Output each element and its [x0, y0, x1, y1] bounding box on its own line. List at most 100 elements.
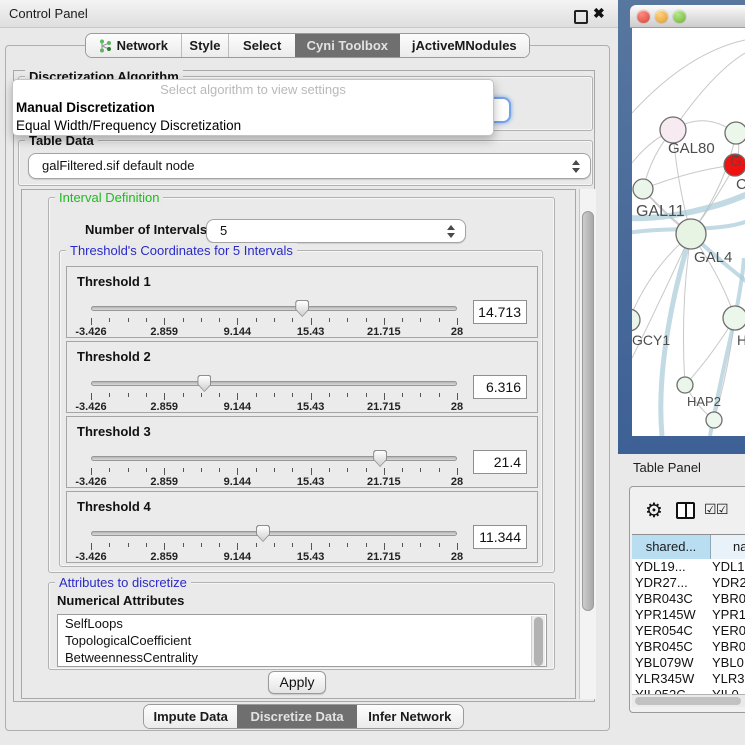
scrollbar-thumb[interactable]	[534, 617, 543, 666]
tick-mark	[457, 468, 458, 475]
table-row[interactable]: YLR345WYLR3	[632, 671, 745, 687]
table-row[interactable]: YPR145WYPR1	[632, 607, 745, 623]
slider-track[interactable]	[91, 306, 457, 311]
cell-shared-name: YBR045C	[632, 639, 710, 655]
slider-handle[interactable]	[295, 300, 309, 317]
table-row[interactable]: YDR27...YDR2	[632, 575, 745, 591]
network-window-titlebar[interactable]	[630, 5, 745, 28]
threshold-value-field[interactable]: 21.4	[473, 450, 527, 474]
slider-track[interactable]	[91, 531, 457, 536]
attributes-list-scrollbar[interactable]	[531, 616, 545, 667]
columns-icon[interactable]	[676, 502, 695, 519]
tick-mark	[402, 468, 403, 472]
zoom-traffic-light-icon[interactable]	[673, 10, 686, 23]
network-node-g-[interactable]	[725, 122, 745, 144]
select-checkbox-icon[interactable]: ☑	[704, 501, 717, 518]
close-traffic-light-icon[interactable]	[637, 10, 650, 23]
table-data-group: Table Data galFiltered.sif default node	[18, 140, 593, 186]
slider-handle[interactable]	[256, 525, 270, 542]
tab-cyni-toolbox[interactable]: Cyni Toolbox	[295, 34, 400, 57]
tick-mark	[256, 318, 257, 322]
cell-shared-name: YIL052C	[632, 687, 710, 694]
close-icon[interactable]: ✖	[593, 5, 605, 22]
cyni-mode-tabs: Impute DataDiscretize DataInfer Network	[143, 704, 464, 729]
tab-discretize-data[interactable]: Discretize Data	[237, 705, 356, 728]
tick-mark	[274, 318, 275, 322]
slider-handle[interactable]	[197, 375, 211, 392]
table-row[interactable]: YIL052CYIL0	[632, 687, 745, 694]
threshold-value-field[interactable]: 11.344	[473, 525, 527, 549]
tick-label: 2.859	[134, 401, 194, 413]
interval-definition-group: Interval Definition Number of Intervals …	[48, 197, 555, 573]
float-window-icon[interactable]	[574, 10, 588, 24]
column-header-name[interactable]: na	[711, 535, 745, 560]
apply-button[interactable]: Apply	[268, 671, 326, 694]
tab-network[interactable]: Network	[86, 34, 181, 57]
table-row[interactable]: YBL079WYBL0	[632, 655, 745, 671]
tab-infer-network[interactable]: Infer Network	[357, 705, 463, 728]
tick-mark	[183, 543, 184, 547]
tab-impute-data[interactable]: Impute Data	[144, 705, 237, 728]
table-row[interactable]: YER054CYER0	[632, 623, 745, 639]
network-canvas[interactable]: GAL80G.CGAL11GAL4GCY1HHAP2	[632, 28, 745, 436]
tick-mark	[237, 393, 238, 400]
tick-mark	[146, 543, 147, 547]
tick-mark	[292, 318, 293, 322]
interval-definition-title: Interval Definition	[55, 190, 163, 205]
tick-mark	[183, 468, 184, 472]
network-edge	[673, 53, 745, 130]
network-node-gcy1[interactable]	[632, 309, 640, 331]
tick-mark	[109, 543, 110, 547]
minimize-traffic-light-icon[interactable]	[655, 10, 668, 23]
tick-mark	[347, 393, 348, 397]
algorithm-option-equal-width[interactable]: Equal Width/Frequency Discretization	[13, 117, 493, 135]
table-data-combobox-value: galFiltered.sif default node	[42, 154, 194, 178]
network-icon	[99, 39, 112, 53]
tick-mark	[292, 543, 293, 547]
scrollbar-thumb[interactable]	[635, 697, 741, 705]
tick-mark	[329, 468, 330, 472]
tab-jactivemnodules[interactable]: jActiveMNodules	[400, 34, 529, 57]
slider-handle[interactable]	[373, 450, 387, 467]
algorithm-option-manual[interactable]: Manual Discretization	[13, 99, 493, 117]
table-data-combobox[interactable]: galFiltered.sif default node	[28, 153, 591, 179]
table-row[interactable]: YBR045CYBR0	[632, 639, 745, 655]
network-node-h[interactable]	[723, 306, 745, 330]
scrollbar-thumb[interactable]	[582, 211, 594, 611]
settings-vertical-scrollbar[interactable]	[579, 189, 596, 699]
slider-track[interactable]	[91, 381, 457, 386]
network-node-gal11[interactable]	[633, 179, 653, 199]
table-row[interactable]: YBR043CYBR0	[632, 591, 745, 607]
tick-mark	[164, 393, 165, 400]
attributes-list[interactable]: SelfLoopsTopologicalCoefficientBetweenne…	[57, 614, 547, 667]
node-label: HAP2	[687, 394, 721, 409]
cell-shared-name: YLR345W	[632, 671, 710, 687]
tick-mark	[366, 393, 367, 397]
number-of-intervals-combobox[interactable]: 5	[206, 219, 466, 243]
tick-mark	[109, 468, 110, 472]
tick-mark	[201, 393, 202, 397]
network-node[interactable]	[706, 412, 722, 428]
attribute-item-topologicalcoefficient[interactable]: TopologicalCoefficient	[58, 632, 546, 649]
gear-icon[interactable]: ⚙	[645, 498, 663, 523]
tick-mark	[237, 318, 238, 325]
tick-mark	[347, 468, 348, 472]
threshold-coordinates-title: Threshold's Coordinates for 5 Intervals	[66, 243, 297, 258]
table-row[interactable]: YDL19...YDL1	[632, 559, 745, 575]
column-header-shared-name[interactable]: shared...	[632, 535, 711, 560]
cell-name: YIL0	[710, 687, 739, 694]
attribute-item-selfloops[interactable]: SelfLoops	[58, 615, 546, 632]
threshold-value-field[interactable]: 6.316	[473, 375, 527, 399]
tab-style[interactable]: Style	[181, 34, 229, 57]
tick-mark	[420, 543, 421, 547]
network-node-gal4[interactable]	[676, 219, 706, 249]
network-node-hap2[interactable]	[677, 377, 693, 393]
tab-select[interactable]: Select	[228, 34, 295, 57]
tick-mark	[366, 468, 367, 472]
slider-track[interactable]	[91, 456, 457, 461]
select-checkbox-icon[interactable]: ☑	[716, 501, 729, 518]
table-horizontal-scrollbar[interactable]	[632, 694, 745, 707]
tick-mark	[183, 393, 184, 397]
attribute-item-betweennesscentrality[interactable]: BetweennessCentrality	[58, 649, 546, 666]
threshold-value-field[interactable]: 14.713	[473, 300, 527, 324]
